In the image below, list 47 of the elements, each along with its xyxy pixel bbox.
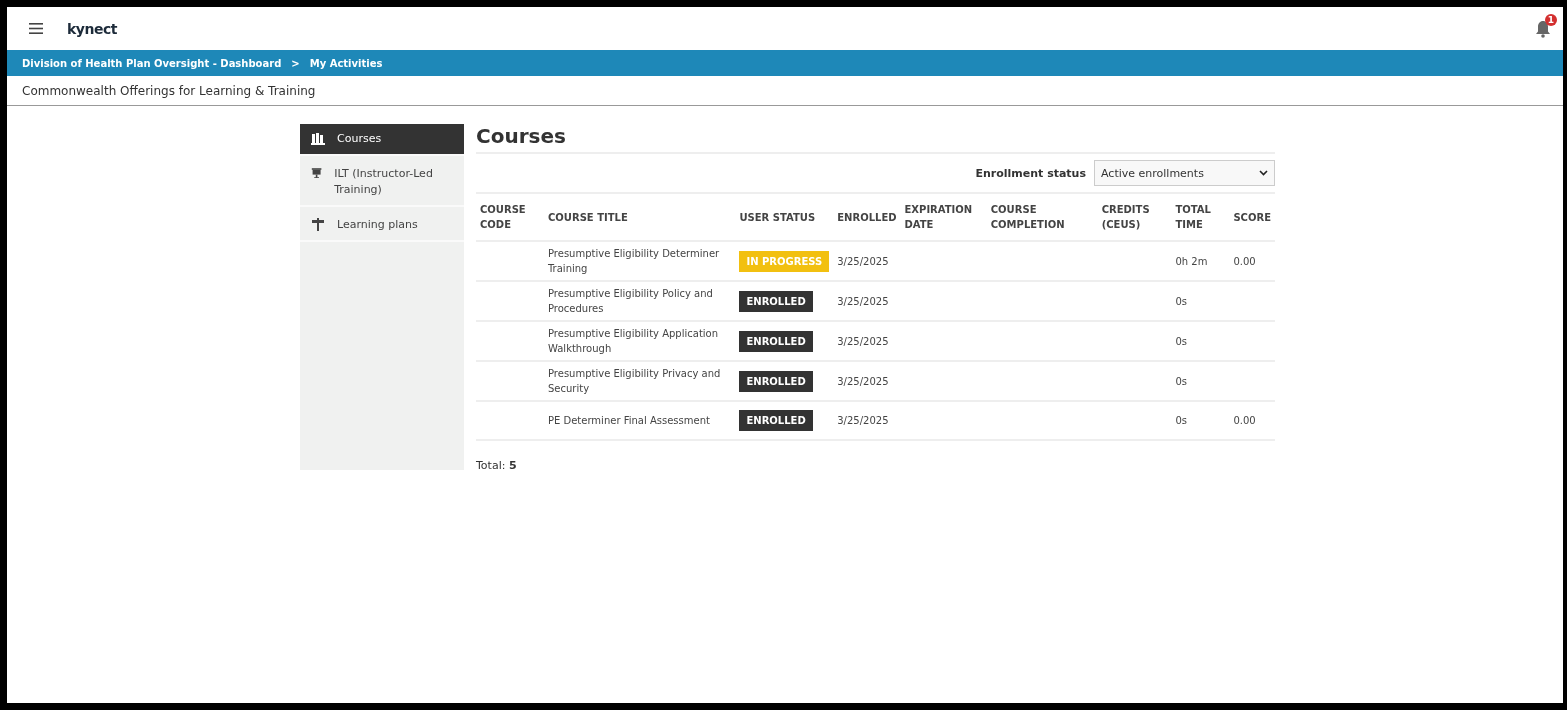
table-cell: 3/25/2025: [833, 361, 901, 401]
column-header: TOTAL TIME: [1171, 194, 1230, 241]
total-count: Total: 5: [476, 458, 518, 472]
table-cell: 0s: [1171, 361, 1230, 401]
breadcrumb-link[interactable]: My Activities: [309, 57, 383, 69]
status-badge: ENROLLED: [739, 410, 813, 431]
books-icon: [311, 131, 325, 145]
table-cell: Presumptive Eligibility Application Walkthrough: [544, 321, 736, 361]
table-cell: 0s: [1171, 321, 1230, 361]
column-header: EXPIRATION DATE: [900, 194, 987, 241]
breadcrumb-link[interactable]: Division of Health Plan Oversight - Dashboard: [22, 57, 282, 69]
status-badge: ENROLLED: [739, 330, 813, 352]
enrollment-status-select[interactable]: Active enrollments: [1094, 160, 1275, 186]
table-cell: 3/25/2025: [833, 321, 901, 361]
filter-label: Enrollment status: [975, 166, 1086, 180]
page-title: Courses: [476, 124, 1275, 154]
table-cell: 0.00: [1229, 401, 1275, 440]
table-cell: 0s: [1171, 401, 1230, 440]
table-cell: PE Determiner Final Assessment: [544, 401, 736, 440]
chevron-down-icon: [1259, 170, 1268, 176]
column-header: SCORE: [1229, 194, 1275, 241]
column-header: COURSE TITLE: [544, 194, 736, 241]
table-cell: Presumptive Eligibility Determiner Training: [544, 241, 736, 281]
column-header: CREDITS (CEUS): [1097, 194, 1172, 241]
table-cell: 0s: [1171, 281, 1230, 321]
signpost-icon: [311, 217, 325, 231]
table-cell: 3/25/2025: [833, 241, 901, 281]
table-cell: 3/25/2025: [833, 401, 901, 440]
table-cell: 0.00: [1229, 241, 1275, 281]
column-header: COURSE COMPLETION: [986, 194, 1098, 241]
table-cell: 0h 2m: [1171, 241, 1230, 281]
column-header: COURSE CODE: [476, 194, 544, 241]
column-header: ENROLLED: [833, 194, 901, 241]
menu-icon[interactable]: [29, 23, 43, 34]
presentation-board-icon: [311, 166, 323, 180]
status-badge: ENROLLED: [739, 290, 813, 312]
status-badge: ENROLLED: [739, 370, 813, 392]
status-badge: IN PROGRESS: [739, 250, 830, 272]
column-header: USER STATUS: [735, 194, 834, 241]
breadcrumb-separator: >: [291, 57, 300, 69]
table-cell: Presumptive Eligibility Privacy and Security: [544, 361, 736, 401]
table-cell: 3/25/2025: [833, 281, 901, 321]
site-subtitle: Commonwealth Offerings for Learning & Training: [22, 83, 316, 98]
sidebar-item[interactable]: Courses: [300, 124, 464, 156]
logo[interactable]: kynect: [67, 20, 117, 37]
table-cell: Presumptive Eligibility Policy and Procedures: [544, 281, 736, 321]
notification-badge: 1: [1545, 13, 1557, 26]
